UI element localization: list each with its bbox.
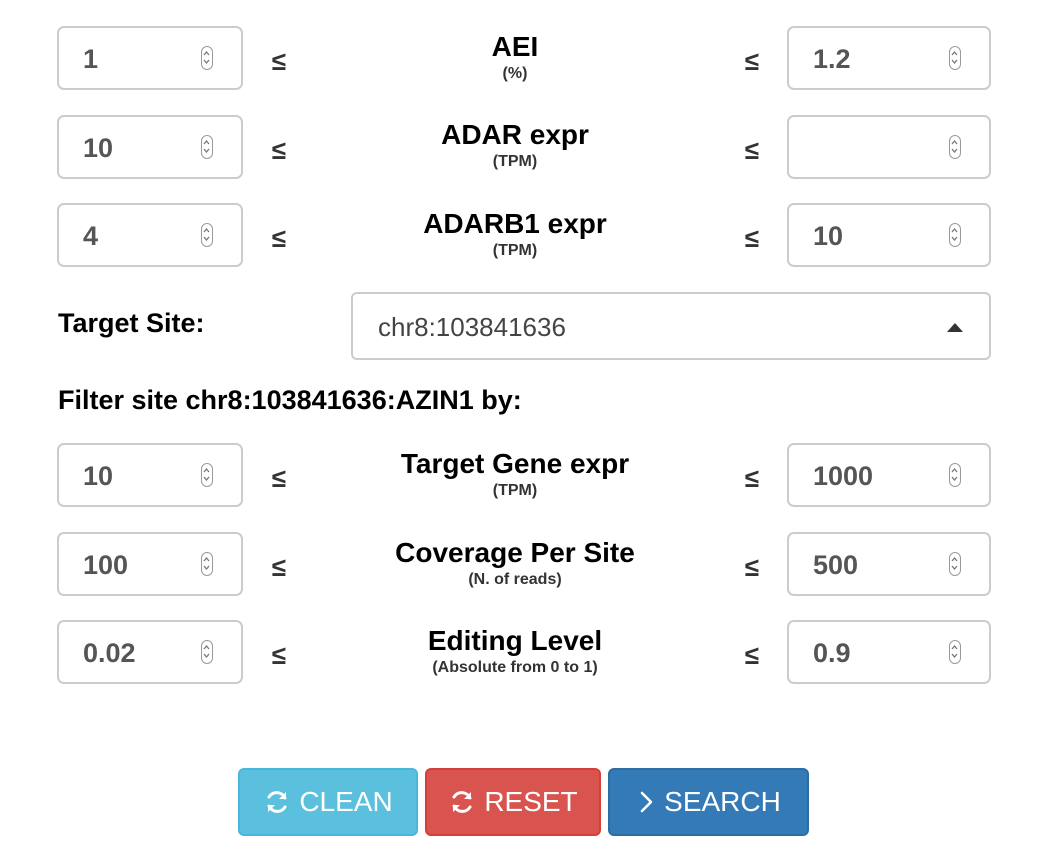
spinner-icon[interactable]	[949, 135, 961, 159]
coverage-label: Coverage Per Site (N. of reads)	[340, 536, 690, 590]
aei-min-value: 1	[83, 44, 99, 74]
spinner-icon[interactable]	[201, 463, 213, 487]
adarb1-label: ADARB1 expr (TPM)	[340, 207, 690, 261]
spinner-icon[interactable]	[949, 552, 961, 576]
search-button-label: SEARCH	[664, 786, 781, 817]
coverage-unit: (N. of reads)	[468, 571, 562, 588]
coverage-max-value: 500	[813, 550, 859, 580]
editing-label: Editing Level (Absolute from 0 to 1)	[340, 624, 690, 678]
leq-symbol: ≤	[744, 223, 760, 253]
adarb1-unit: (TPM)	[492, 242, 538, 259]
aei-label: AEI (%)	[340, 30, 690, 84]
adarb1-min-value: 4	[83, 221, 99, 251]
spinner-icon[interactable]	[201, 552, 213, 576]
editing-min-input[interactable]: 0.02	[57, 620, 243, 684]
spinner-icon[interactable]	[201, 46, 213, 70]
leq-symbol: ≤	[271, 463, 287, 493]
coverage-title: Coverage Per Site	[395, 537, 635, 568]
coverage-min-input[interactable]: 100	[57, 532, 243, 596]
chevron-right-icon	[636, 788, 656, 816]
reset-button[interactable]: RESET	[425, 768, 601, 836]
leq-symbol: ≤	[744, 463, 760, 493]
adar-min-value: 10	[83, 133, 114, 163]
editing-unit: (Absolute from 0 to 1)	[432, 659, 598, 676]
target-site-select[interactable]: chr8:103841636	[351, 292, 991, 360]
target-site-value: chr8:103841636	[378, 312, 566, 342]
reset-button-label: RESET	[484, 786, 578, 817]
spinner-icon[interactable]	[201, 135, 213, 159]
adarb1-min-input[interactable]: 4	[57, 203, 243, 267]
leq-symbol: ≤	[744, 552, 760, 582]
coverage-max-input[interactable]: 500	[787, 532, 991, 596]
leq-symbol: ≤	[271, 223, 287, 253]
search-button[interactable]: SEARCH	[608, 768, 809, 836]
refresh-icon	[263, 788, 291, 816]
aei-title: AEI	[491, 31, 539, 62]
leq-symbol: ≤	[271, 552, 287, 582]
leq-symbol: ≤	[271, 46, 287, 76]
spinner-icon[interactable]	[949, 640, 961, 664]
spinner-icon[interactable]	[201, 223, 213, 247]
spinner-icon[interactable]	[949, 46, 961, 70]
filter-form: 1 ≤ AEI (%) ≤ 1.2 10 ≤ ADAR expr (TPM) ≤…	[0, 0, 1058, 854]
gene-expr-max-input[interactable]: 1000	[787, 443, 991, 507]
gene-expr-min-input[interactable]: 10	[57, 443, 243, 507]
adar-max-input[interactable]	[787, 115, 991, 179]
gene-expr-unit: (TPM)	[492, 482, 538, 499]
adar-unit: (TPM)	[492, 153, 538, 170]
spinner-icon[interactable]	[949, 223, 961, 247]
leq-symbol: ≤	[271, 135, 287, 165]
aei-max-input[interactable]: 1.2	[787, 26, 991, 90]
editing-max-input[interactable]: 0.9	[787, 620, 991, 684]
adar-min-input[interactable]: 10	[57, 115, 243, 179]
adar-label: ADAR expr (TPM)	[340, 118, 690, 172]
editing-max-value: 0.9	[813, 638, 851, 668]
gene-expr-label: Target Gene expr (TPM)	[340, 447, 690, 501]
adarb1-max-value: 10	[813, 221, 844, 251]
editing-title: Editing Level	[427, 625, 603, 656]
aei-max-value: 1.2	[813, 44, 851, 74]
aei-min-input[interactable]: 1	[57, 26, 243, 90]
adarb1-max-input[interactable]: 10	[787, 203, 991, 267]
caret-up-icon[interactable]	[947, 323, 963, 332]
clean-button-label: CLEAN	[299, 786, 393, 817]
leq-symbol: ≤	[744, 46, 760, 76]
target-site-label: Target Site:	[58, 308, 205, 338]
gene-expr-title: Target Gene expr	[400, 448, 630, 479]
adarb1-title: ADARB1 expr	[423, 208, 607, 239]
adar-title: ADAR expr	[441, 119, 589, 150]
gene-expr-min-value: 10	[83, 461, 114, 491]
aei-unit: (%)	[502, 65, 528, 82]
coverage-min-value: 100	[83, 550, 129, 580]
leq-symbol: ≤	[744, 640, 760, 670]
leq-symbol: ≤	[271, 640, 287, 670]
editing-min-value: 0.02	[83, 638, 136, 668]
refresh-icon	[448, 788, 476, 816]
spinner-icon[interactable]	[949, 463, 961, 487]
site-filter-heading: Filter site chr8:103841636:AZIN1 by:	[58, 385, 522, 415]
clean-button[interactable]: CLEAN	[238, 768, 418, 836]
leq-symbol: ≤	[744, 135, 760, 165]
spinner-icon[interactable]	[201, 640, 213, 664]
gene-expr-max-value: 1000	[813, 461, 874, 491]
